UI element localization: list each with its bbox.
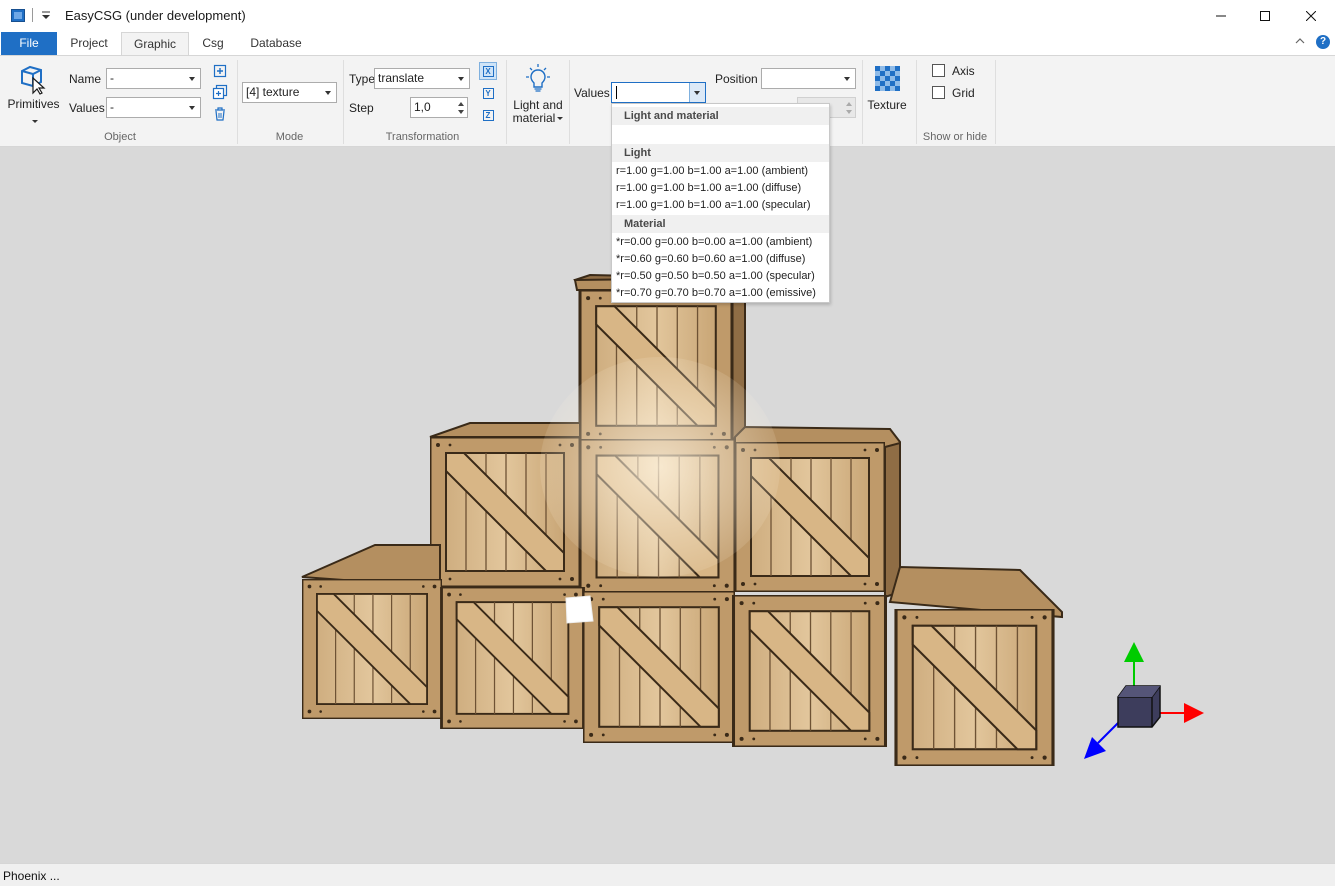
- texture-label: Texture: [867, 98, 907, 112]
- chevron-down-icon: [557, 117, 564, 121]
- status-bar: Phoenix ...: [0, 863, 1335, 886]
- values-label: Values: [69, 101, 105, 115]
- object-group-label: Object: [104, 131, 136, 143]
- name-combo[interactable]: -: [106, 68, 201, 89]
- light-glow: [540, 357, 780, 577]
- type-label: Type: [349, 72, 376, 86]
- dropdown-header-light-material: Light and material: [612, 107, 829, 125]
- light-bulb-icon[interactable]: [524, 64, 552, 94]
- light-values-dropdown[interactable]: Light and material Light r=1.00 g=1.00 b…: [611, 103, 830, 303]
- title-separator: [32, 8, 33, 22]
- type-combo[interactable]: translate: [374, 68, 470, 89]
- title-bar: EasyCSG (under development): [0, 0, 1335, 32]
- dropdown-item-material-ambient[interactable]: *r=0.00 g=0.00 b=0.00 a=1.00 (ambient): [616, 234, 812, 251]
- axis-z-icon: Z: [482, 109, 494, 121]
- light-values-combo[interactable]: [611, 82, 706, 103]
- name-combo-value: -: [110, 71, 114, 85]
- collapse-ribbon-icon[interactable]: [1295, 37, 1305, 45]
- dropdown-item-light-ambient[interactable]: r=1.00 g=1.00 b=1.00 a=1.00 (ambient): [616, 163, 808, 180]
- position-combo[interactable]: [761, 68, 856, 89]
- status-text: Phoenix ...: [3, 869, 60, 883]
- step-up-icon[interactable]: [458, 102, 464, 106]
- maximize-button[interactable]: [1242, 0, 1288, 31]
- mode-combo-value: [4] texture: [246, 85, 300, 99]
- close-button[interactable]: [1288, 0, 1334, 31]
- dropdown-item-light-specular[interactable]: r=1.00 g=1.00 b=1.00 a=1.00 (specular): [616, 197, 810, 214]
- grid-checkbox[interactable]: [932, 86, 945, 99]
- step-spinner[interactable]: 1,0: [410, 97, 468, 118]
- crate: [302, 579, 442, 719]
- primitives-dropdown-icon[interactable]: [30, 114, 38, 128]
- step-value: 1,0: [414, 100, 431, 114]
- ribbon-tabs: File Project Graphic Csg Database: [0, 32, 1335, 56]
- primitives-icon[interactable]: [19, 65, 47, 95]
- add-object-icon[interactable]: [212, 63, 228, 79]
- primitives-label: Primitives: [7, 97, 60, 111]
- chevron-down-icon: [694, 91, 700, 95]
- axis-y-button[interactable]: Y: [479, 84, 497, 102]
- axis-gizmo[interactable]: [1084, 642, 1204, 759]
- app-icon: [11, 9, 25, 22]
- crate: [894, 609, 1055, 766]
- light-material-label-2: material: [512, 111, 556, 125]
- maximize-icon: [1260, 10, 1270, 21]
- axis-y-icon: Y: [482, 87, 494, 99]
- type-combo-value: translate: [378, 71, 425, 85]
- minimize-icon: [1216, 15, 1226, 16]
- minimize-button[interactable]: [1198, 0, 1244, 31]
- dropdown-header-light: Light: [612, 144, 829, 162]
- group-separator: [506, 60, 507, 144]
- crate: [583, 591, 735, 743]
- quick-access-dropdown-icon[interactable]: [40, 8, 52, 22]
- axis-checkbox[interactable]: [932, 64, 945, 77]
- light-values-label: Values: [574, 86, 610, 100]
- values-combo[interactable]: -: [106, 97, 201, 118]
- axis-x-button[interactable]: X: [479, 62, 497, 80]
- tab-graphic[interactable]: Graphic: [121, 32, 189, 56]
- grid-checkbox-label: Grid: [952, 86, 975, 100]
- axis-checkbox-label: Axis: [952, 64, 975, 78]
- help-icon[interactable]: ?: [1316, 35, 1330, 49]
- show-hide-group-label: Show or hide: [922, 131, 988, 143]
- group-separator: [995, 60, 996, 144]
- close-icon: [1306, 10, 1316, 21]
- texture-icon[interactable]: [875, 66, 900, 91]
- group-separator: [237, 60, 238, 144]
- light-material-button[interactable]: material: [509, 112, 567, 125]
- crate: [732, 595, 887, 747]
- transformation-group-label: Transformation: [385, 131, 460, 143]
- dropdown-item-light-diffuse[interactable]: r=1.00 g=1.00 b=1.00 a=1.00 (diffuse): [616, 180, 801, 197]
- mode-group-label: Mode: [275, 131, 304, 143]
- tab-file[interactable]: File: [1, 32, 57, 55]
- dropdown-item-material-specular[interactable]: *r=0.50 g=0.50 b=0.50 a=1.00 (specular): [616, 268, 815, 285]
- dropdown-header-material: Material: [612, 215, 829, 233]
- light-source-marker[interactable]: [565, 595, 594, 624]
- delete-object-icon[interactable]: [212, 106, 228, 122]
- tab-csg[interactable]: Csg: [192, 32, 234, 55]
- name-label: Name: [69, 72, 102, 86]
- group-separator: [569, 60, 570, 144]
- duplicate-object-icon[interactable]: [212, 84, 228, 100]
- dropdown-item-material-diffuse[interactable]: *r=0.60 g=0.60 b=0.60 a=1.00 (diffuse): [616, 251, 805, 268]
- group-separator: [343, 60, 344, 144]
- step-down-icon[interactable]: [458, 110, 464, 114]
- values-combo-value: -: [110, 100, 114, 114]
- dropdown-item-material-emissive[interactable]: *r=0.70 g=0.70 b=0.70 a=1.00 (emissive): [616, 285, 816, 302]
- position-label: Position: [715, 72, 758, 86]
- crate: [440, 587, 585, 729]
- text-caret: [616, 86, 617, 99]
- axis-z-button[interactable]: Z: [479, 106, 497, 124]
- tab-project[interactable]: Project: [60, 32, 118, 55]
- window-title: EasyCSG (under development): [65, 8, 246, 23]
- axis-x-icon: X: [482, 65, 494, 77]
- tab-database[interactable]: Database: [240, 32, 312, 55]
- step-label: Step: [349, 101, 374, 115]
- mode-combo[interactable]: [4] texture: [242, 82, 337, 103]
